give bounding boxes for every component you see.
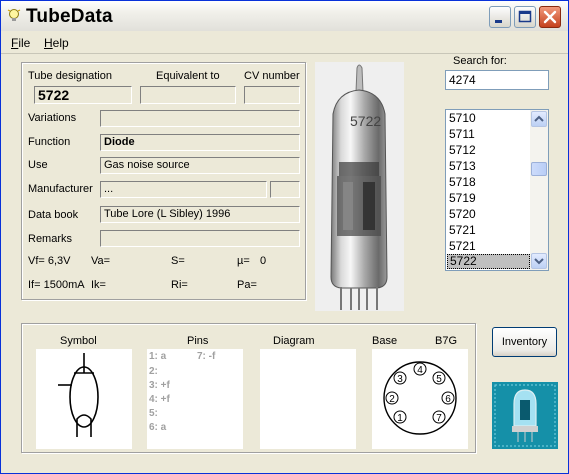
pin-3: 3: +f: [149, 380, 170, 391]
list-item[interactable]: 5710: [447, 111, 530, 126]
remarks-field[interactable]: [100, 230, 300, 247]
function-label: Function: [28, 136, 71, 148]
close-icon: [543, 10, 557, 24]
chevron-up-icon: [534, 115, 544, 122]
vf-value: Vf= 6,3V: [28, 255, 71, 267]
variations-label: Variations: [28, 112, 77, 124]
menu-help-label: elp: [52, 36, 69, 50]
pins-pane: 1: a 7: -f 2: 3: +f 4: +f 5: 6: a: [147, 349, 243, 449]
pin-2: 2:: [149, 366, 158, 377]
cv-number-label: CV number: [244, 70, 300, 82]
s-value: S=: [171, 255, 185, 267]
search-label: Search for:: [453, 55, 507, 67]
pa-value: Pa=: [237, 279, 257, 291]
base-diagram: 1 2 3 4 5 6 7: [383, 361, 457, 435]
list-item[interactable]: 5713: [447, 159, 530, 174]
list-scrollbar[interactable]: [530, 110, 548, 270]
base-label: Base: [372, 335, 398, 347]
menu-help[interactable]: Help: [44, 36, 69, 50]
base-pin-7-text: 7: [436, 413, 442, 424]
symbol-label: Symbol: [60, 335, 97, 347]
variations-field[interactable]: [100, 110, 300, 127]
maximize-icon: [518, 10, 532, 23]
if-value: If= 1500mA: [28, 279, 85, 291]
base-pin-4-text: 4: [417, 365, 423, 376]
app-logo: [492, 382, 558, 449]
menu-file[interactable]: File: [11, 36, 30, 50]
base-pin-3-text: 3: [397, 374, 403, 385]
minimize-button[interactable]: [489, 6, 511, 28]
symbol-pane: [36, 349, 132, 449]
pin-7: 7: -f: [197, 351, 216, 362]
list-item[interactable]: 5721: [447, 239, 530, 254]
base-pin-6-text: 6: [445, 394, 451, 405]
title-bar[interactable]: TubeData: [1, 1, 568, 31]
diagram-label: Diagram: [273, 335, 315, 347]
tube-photo-text: 5722: [350, 113, 381, 129]
cv-number-field[interactable]: [244, 86, 300, 104]
menu-bar: File Help: [1, 32, 568, 54]
data-book-label: Data book: [28, 209, 79, 221]
equivalent-to-field[interactable]: [140, 86, 236, 104]
menu-file-label: ile: [18, 36, 31, 50]
list-item[interactable]: 5719: [447, 191, 530, 206]
va-value: Va=: [91, 255, 111, 267]
pins-label: Pins: [187, 335, 209, 347]
minimize-icon: [495, 20, 502, 23]
equivalent-to-label: Equivalent to: [156, 70, 220, 82]
menu-help-mnemonic: H: [44, 36, 53, 50]
list-item[interactable]: 5712: [447, 143, 530, 158]
bulb-icon: [7, 9, 21, 21]
list-item[interactable]: 5718: [447, 175, 530, 190]
diagram-pane: [260, 349, 356, 449]
search-input[interactable]: 4274: [445, 70, 549, 90]
list-item[interactable]: 5720: [447, 207, 530, 222]
ik-value: Ik=: [91, 279, 106, 291]
remarks-label: Remarks: [28, 233, 73, 245]
manufacturer-label: Manufacturer: [28, 183, 93, 195]
list-item-selected[interactable]: 5722: [447, 254, 530, 269]
list-item[interactable]: 5711: [447, 127, 530, 142]
pin-5: 5:: [149, 408, 158, 419]
scroll-thumb[interactable]: [531, 162, 547, 176]
pin-1: 1: a: [149, 351, 167, 362]
use-field[interactable]: Gas noise source: [100, 157, 300, 174]
scroll-down-button[interactable]: [531, 253, 547, 269]
base-type: B7G: [435, 335, 458, 347]
data-book-field[interactable]: Tube Lore (L Sibley) 1996: [100, 206, 300, 223]
tube-list[interactable]: 5710 5711 5712 5713 5718 5719 5720 5721 …: [445, 109, 549, 271]
list-item[interactable]: 5721: [447, 223, 530, 238]
tube-image: 5722: [330, 64, 388, 310]
scroll-up-button[interactable]: [531, 111, 547, 127]
tube-designation-field[interactable]: 5722: [34, 86, 132, 104]
tube-designation-label: Tube designation: [28, 70, 112, 82]
mu-label: µ=: [237, 255, 250, 267]
main-window: TubeData File Help Tube designation Equi…: [0, 0, 569, 474]
diode-symbol: [58, 353, 99, 437]
manufacturer-extra-field[interactable]: [270, 181, 300, 198]
inventory-button[interactable]: Inventory: [492, 327, 557, 357]
maximize-button[interactable]: [514, 6, 536, 28]
close-button[interactable]: [539, 6, 561, 28]
use-label: Use: [28, 159, 48, 171]
pin-4: 4: +f: [149, 394, 170, 405]
base-pin-1-text: 1: [397, 413, 403, 424]
base-pin-5-text: 5: [436, 374, 442, 385]
manufacturer-field[interactable]: ...: [100, 181, 267, 198]
pin-6: 6: a: [149, 422, 167, 433]
ri-value: Ri=: [171, 279, 188, 291]
base-pane: 1 2 3 4 5 6 7: [372, 349, 468, 449]
tube-photo: 5722: [315, 62, 404, 311]
chevron-down-icon: [534, 258, 544, 265]
function-field[interactable]: Diode: [100, 134, 300, 151]
base-pin-2-text: 2: [389, 394, 395, 405]
window-title: TubeData: [26, 6, 113, 27]
mu-value: 0: [260, 255, 267, 267]
tube-logo-icon: [492, 382, 558, 449]
